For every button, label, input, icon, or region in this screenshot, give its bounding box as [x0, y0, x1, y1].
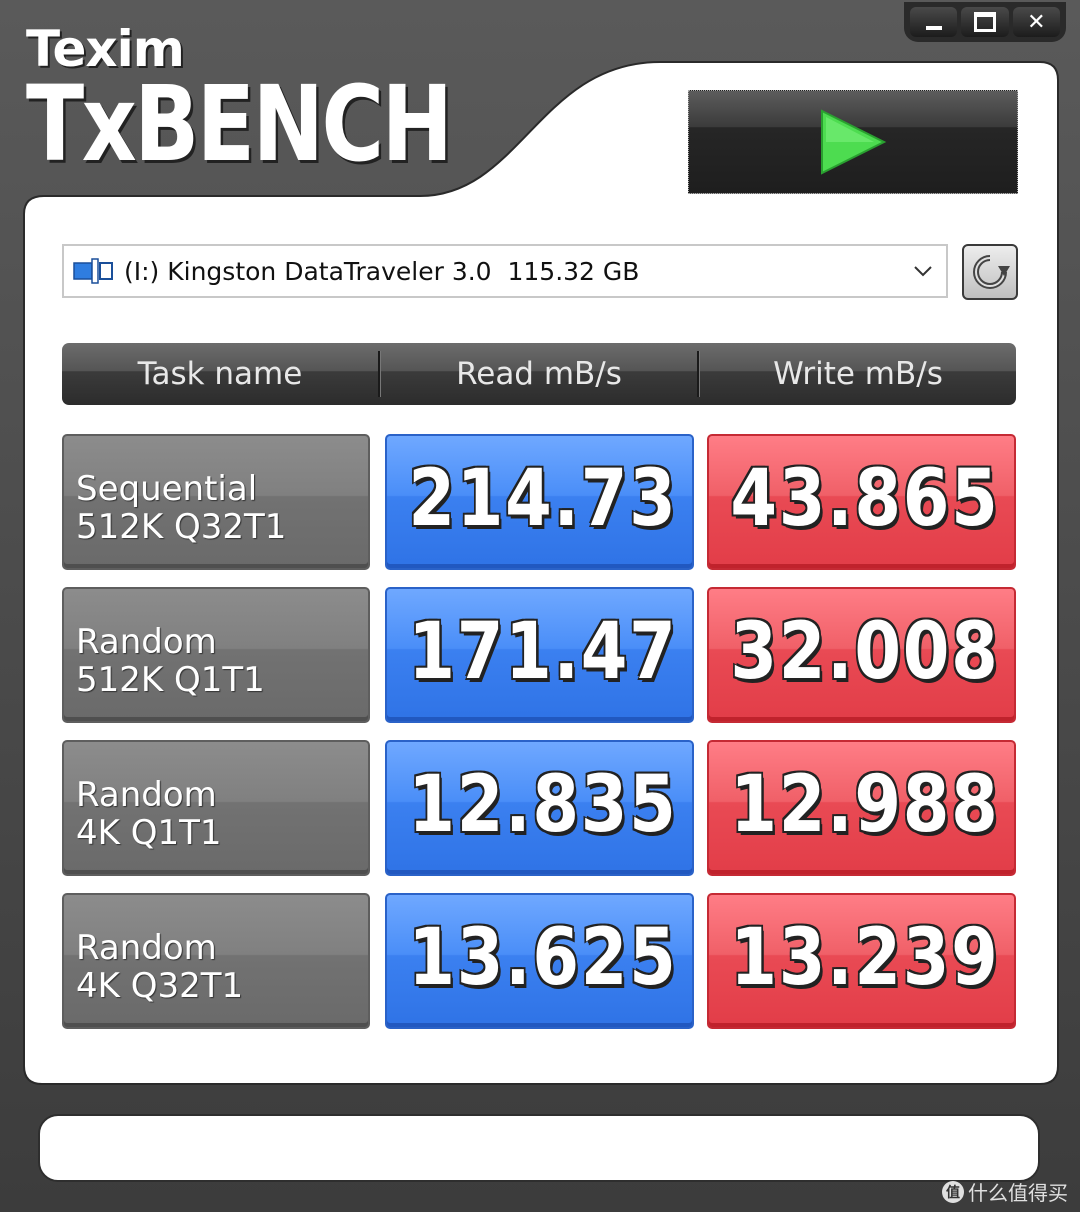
- watermark-logo-icon: 值: [942, 1180, 964, 1203]
- column-read: Read mB/s: [456, 356, 622, 392]
- write-value: 43.865: [730, 454, 1000, 544]
- write-value-cell: 13.239: [707, 893, 1016, 1029]
- read-value: 12.835: [408, 760, 678, 850]
- start-benchmark-button[interactable]: [688, 90, 1018, 194]
- task-name-line1: Random: [76, 928, 217, 968]
- write-value-cell: 12.988: [707, 740, 1016, 876]
- task-name-line2: 512K Q1T1: [76, 660, 265, 700]
- brand-product: TxBENCH: [26, 63, 453, 185]
- read-value: 171.47: [408, 607, 678, 697]
- usb-drive-icon: [73, 258, 113, 284]
- column-task-name: Task name: [137, 356, 303, 392]
- watermark: 值 什么值得买: [942, 1177, 1068, 1206]
- read-value-cell: 12.835: [385, 740, 694, 876]
- status-bar: [38, 1114, 1040, 1182]
- watermark-text: 什么值得买: [968, 1181, 1068, 1205]
- chevron-down-icon[interactable]: [910, 258, 936, 284]
- read-value: 13.625: [408, 913, 678, 1003]
- task-name-line1: Random: [76, 775, 217, 815]
- read-value-cell: 214.73: [385, 434, 694, 570]
- task-name-line1: Sequential: [76, 469, 258, 509]
- refresh-icon: [973, 255, 1010, 289]
- read-value: 214.73: [408, 454, 678, 544]
- play-icon: [821, 109, 887, 175]
- result-row-random-4k-q1t1: Random 4K Q1T1 12.835 12.988: [62, 740, 1016, 876]
- result-row-random-4k-q32t1: Random 4K Q32T1 13.625 13.239: [62, 893, 1016, 1029]
- task-name-cell[interactable]: Random 4K Q32T1: [62, 893, 370, 1029]
- result-row-random-512k-q1t1: Random 512K Q1T1 171.47 32.008: [62, 587, 1016, 723]
- write-value-cell: 32.008: [707, 587, 1016, 723]
- task-name-line2: 4K Q32T1: [76, 966, 244, 1006]
- result-row-sequential-512k-q32t1: Sequential 512K Q32T1 214.73 43.865: [62, 434, 1016, 570]
- drive-select[interactable]: (I:) Kingston DataTraveler 3.0 115.32 GB: [62, 244, 948, 298]
- read-value-cell: 13.625: [385, 893, 694, 1029]
- maximize-icon: [973, 12, 996, 32]
- task-name-cell[interactable]: Sequential 512K Q32T1: [62, 434, 370, 570]
- column-write: Write mB/s: [773, 356, 943, 392]
- read-value-cell: 171.47: [385, 587, 694, 723]
- maximize-button[interactable]: [961, 7, 1009, 37]
- task-name-cell[interactable]: Random 512K Q1T1: [62, 587, 370, 723]
- task-name-line2: 4K Q1T1: [76, 813, 222, 853]
- write-value: 32.008: [730, 607, 1000, 697]
- write-value-cell: 43.865: [707, 434, 1016, 570]
- write-value: 12.988: [730, 760, 1000, 850]
- minimize-button[interactable]: [910, 7, 958, 37]
- task-name-line2: 512K Q32T1: [76, 507, 287, 547]
- results-header: Task name Read mB/s Write mB/s: [62, 343, 1016, 405]
- task-name-cell[interactable]: Random 4K Q1T1: [62, 740, 370, 876]
- drive-label: (I:) Kingston DataTraveler 3.0 115.32 GB: [124, 256, 640, 286]
- task-name-line1: Random: [76, 622, 217, 662]
- close-button[interactable]: ✕: [1012, 7, 1060, 37]
- window-controls: ✕: [904, 2, 1066, 42]
- minimize-icon: [925, 26, 942, 30]
- write-value: 13.239: [730, 913, 1000, 1003]
- close-icon: ✕: [1027, 9, 1046, 35]
- refresh-button[interactable]: [962, 244, 1018, 300]
